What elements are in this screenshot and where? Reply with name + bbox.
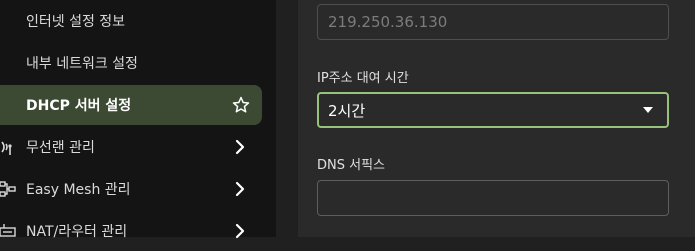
ip-address-field[interactable]: 219.250.36.130 (317, 4, 669, 40)
sidebar-item-dhcp-server[interactable]: DHCP 서버 설정 (0, 85, 262, 125)
sidebar-item-internet-settings[interactable]: 인터넷 설정 정보 (0, 1, 262, 41)
dns-suffix-input[interactable] (317, 180, 669, 216)
dropdown-arrow-icon (643, 107, 653, 113)
sidebar-item-label: 무선랜 관리 (26, 140, 95, 156)
chevron-right-icon (235, 181, 245, 197)
sidebar-item-label: DHCP 서버 설정 (26, 98, 132, 114)
sidebar-item-label: NAT/라우터 관리 (26, 224, 128, 240)
sidebar-item-label: 인터넷 설정 정보 (26, 14, 126, 30)
lease-time-label: IP주소 대여 시간 (317, 71, 409, 86)
dhcp-settings-panel: 219.250.36.130 IP주소 대여 시간 2시간 DNS 서픽스 (298, 0, 695, 237)
star-icon[interactable] (232, 96, 250, 114)
sidebar: 인터넷 설정 정보 내부 네트워크 설정 DHCP 서버 설정 무선랜 관리 E… (0, 0, 276, 240)
lease-time-select[interactable]: 2시간 (317, 92, 669, 128)
mesh-icon (0, 181, 16, 197)
sidebar-item-wireless[interactable]: 무선랜 관리 (0, 127, 262, 167)
lease-time-value: 2시간 (328, 101, 366, 120)
sidebar-item-nat-router[interactable]: NAT/라우터 관리 (0, 211, 262, 251)
sidebar-item-label: Easy Mesh 관리 (26, 182, 131, 198)
chevron-right-icon (235, 223, 245, 239)
chevron-right-icon (235, 139, 245, 155)
sidebar-item-lan-settings[interactable]: 내부 네트워크 설정 (0, 43, 262, 83)
router-icon (0, 224, 16, 237)
dns-suffix-label: DNS 서픽스 (317, 158, 385, 173)
sidebar-item-easy-mesh[interactable]: Easy Mesh 관리 (0, 169, 262, 209)
wireless-icon (1, 141, 12, 155)
ip-address-value: 219.250.36.130 (328, 13, 448, 31)
sidebar-item-label: 내부 네트워크 설정 (26, 56, 138, 72)
